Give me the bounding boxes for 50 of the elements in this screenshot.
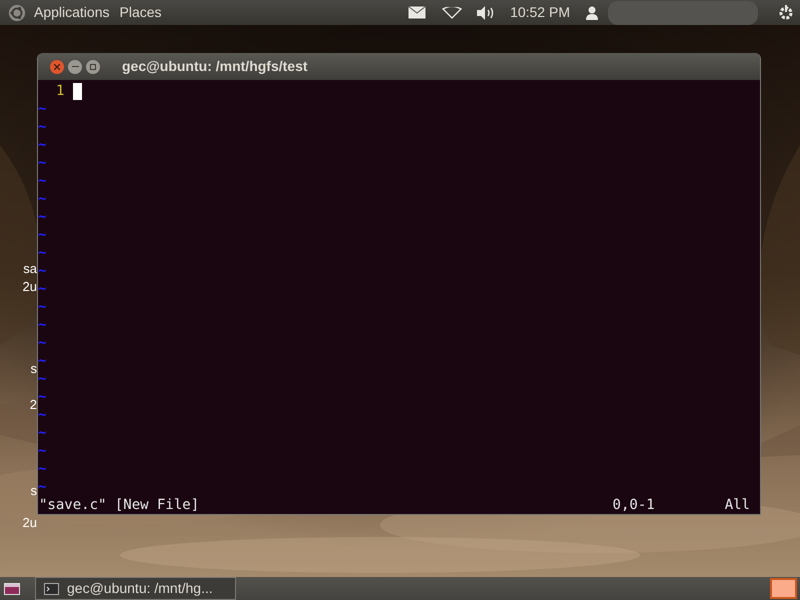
maximize-button[interactable] xyxy=(86,60,100,74)
tilde-marker: ~ xyxy=(38,406,46,424)
tilde-marker: ~ xyxy=(38,334,46,352)
scroll-indicator: All xyxy=(724,496,750,514)
tilde-marker: ~ xyxy=(38,460,46,478)
show-desktop-icon[interactable] xyxy=(4,582,20,594)
envelope-icon[interactable] xyxy=(408,6,426,19)
person-icon[interactable] xyxy=(586,6,598,20)
line-number: 1 xyxy=(56,82,64,100)
window-title: gec@ubuntu: /mnt/hgfs/test xyxy=(122,57,308,76)
clock[interactable]: 10:52 PM xyxy=(510,2,570,23)
tilde-marker: ~ xyxy=(38,388,46,406)
tilde-marker: ~ xyxy=(38,262,46,280)
desktop-icon-label: s xyxy=(30,361,37,377)
tilde-marker: ~ xyxy=(38,118,46,136)
desktop-icon-label: 2u xyxy=(22,515,37,531)
desktop-icon-label: 2 xyxy=(30,397,37,413)
tilde-marker: ~ xyxy=(38,478,46,496)
cursor-position: 0,0-1 xyxy=(612,496,655,514)
workspace-switcher[interactable] xyxy=(770,578,797,599)
close-button[interactable] xyxy=(50,60,64,74)
desktop-icon-label: s xyxy=(30,483,37,499)
terminal-icon xyxy=(44,582,59,594)
tilde-marker: ~ xyxy=(38,352,46,370)
tilde-marker: ~ xyxy=(38,226,46,244)
tilde-marker: ~ xyxy=(38,208,46,226)
status-message: "save.c" [New File] xyxy=(39,496,200,514)
cursor xyxy=(73,82,82,100)
close-icon xyxy=(54,64,60,70)
tilde-marker: ~ xyxy=(38,316,46,334)
tilde-marker: ~ xyxy=(38,280,46,298)
tilde-marker: ~ xyxy=(38,190,46,208)
panel-menu[interactable]: Applications xyxy=(34,2,110,23)
ubuntu-logo-icon[interactable] xyxy=(8,4,26,22)
tilde-marker: ~ xyxy=(38,154,46,172)
tilde-marker: ~ xyxy=(38,370,46,388)
power-icon[interactable] xyxy=(778,4,794,20)
minimize-button[interactable] xyxy=(68,60,82,74)
tilde-marker: ~ xyxy=(38,100,46,118)
tilde-marker: ~ xyxy=(38,172,46,190)
wifi-icon[interactable] xyxy=(442,6,462,18)
tilde-marker: ~ xyxy=(38,244,46,262)
taskbar-button[interactable]: gec@ubuntu: /mnt/hg... xyxy=(35,577,236,600)
tilde-marker: ~ xyxy=(38,298,46,316)
panel-menu[interactable]: Places xyxy=(120,2,162,23)
tilde-marker: ~ xyxy=(38,136,46,154)
desktop-icon-label: sa xyxy=(23,261,37,277)
tilde-marker: ~ xyxy=(38,442,46,460)
desktop-icon-label: 2u xyxy=(22,279,37,295)
tilde-marker: ~ xyxy=(38,424,46,442)
